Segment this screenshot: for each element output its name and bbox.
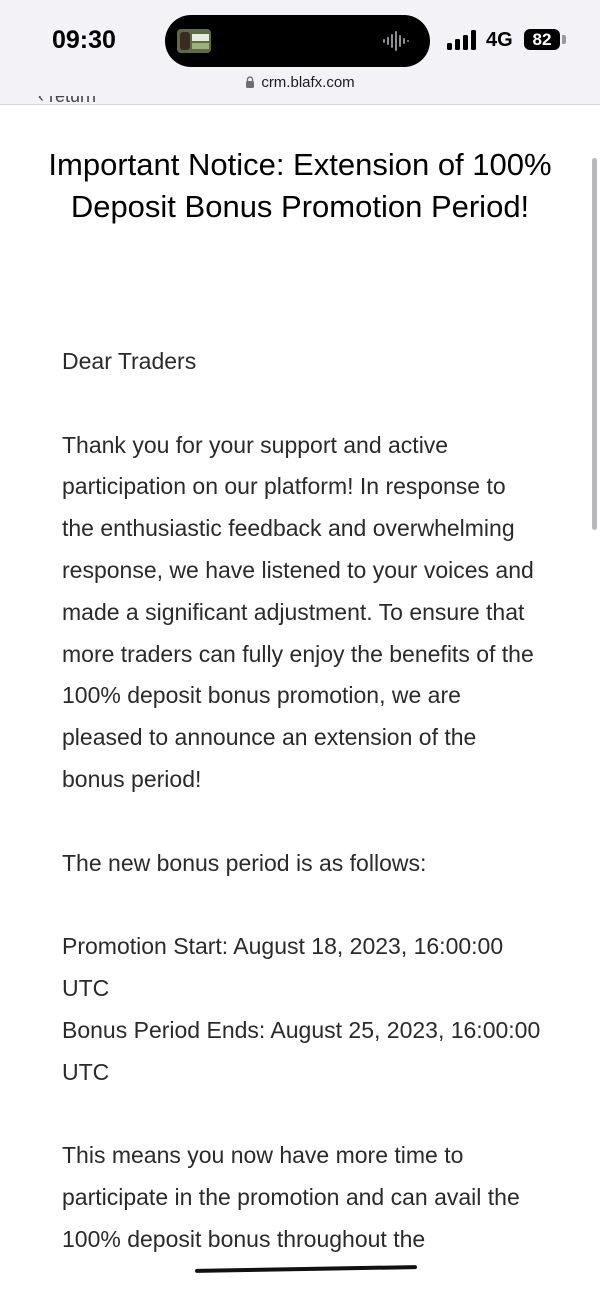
clock-time: 09:30 xyxy=(52,26,116,54)
paragraph-intro: Thank you for your support and active pa… xyxy=(62,431,534,792)
now-playing-thumbnail-icon[interactable] xyxy=(177,29,211,53)
chevron-left-icon: ‹ xyxy=(38,96,44,106)
cellular-signal-icon xyxy=(447,30,476,50)
status-bar: 09:30 4G 82 crm.blafx.com xyxy=(0,0,600,105)
article-body: Dear Traders Thank you for your support … xyxy=(62,341,542,1261)
paragraph-more-time: This means you now have more time to par… xyxy=(62,1142,520,1252)
bonus-period-ends: Bonus Period Ends: August 25, 2023, 16:0… xyxy=(62,1016,541,1085)
audio-waveform-icon xyxy=(383,31,409,51)
url-text: crm.blafx.com xyxy=(261,74,355,91)
scrollbar[interactable] xyxy=(592,158,597,530)
lock-icon xyxy=(246,76,255,88)
network-type: 4G xyxy=(486,29,513,51)
battery-tip xyxy=(562,35,566,44)
paragraph-period-intro: The new bonus period is as follows: xyxy=(62,849,427,876)
page-title: Important Notice: Extension of 100% Depo… xyxy=(48,147,552,224)
greeting: Dear Traders xyxy=(62,348,197,374)
battery-icon: 82 xyxy=(524,29,560,50)
dynamic-island[interactable] xyxy=(165,15,430,67)
return-label: return xyxy=(49,96,97,106)
promotion-start: Promotion Start: August 18, 2023, 16:00:… xyxy=(62,933,504,1001)
strikethrough-mark xyxy=(194,1265,418,1273)
address-bar[interactable]: crm.blafx.com xyxy=(0,74,600,91)
return-link[interactable]: ‹ return xyxy=(38,96,96,108)
